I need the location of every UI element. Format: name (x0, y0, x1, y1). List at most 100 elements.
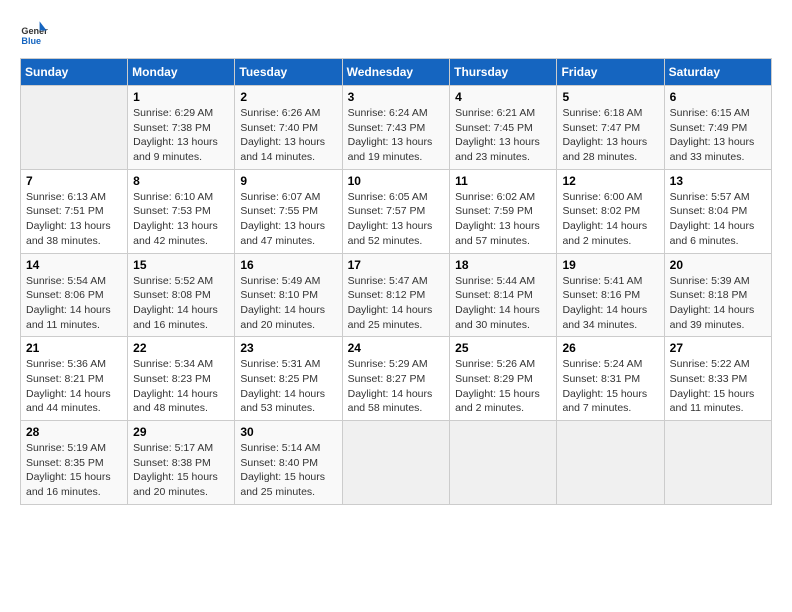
day-number: 2 (240, 90, 336, 104)
day-number: 21 (26, 341, 122, 355)
page-header: General Blue (20, 20, 772, 48)
day-info: Sunrise: 6:15 AMSunset: 7:49 PMDaylight:… (670, 106, 766, 165)
calendar-cell: 21 Sunrise: 5:36 AMSunset: 8:21 PMDayligh… (21, 337, 128, 421)
calendar-cell (21, 86, 128, 170)
day-info: Sunrise: 5:39 AMSunset: 8:18 PMDaylight:… (670, 274, 766, 333)
calendar-cell: 19 Sunrise: 5:41 AMSunset: 8:16 PMDayligh… (557, 253, 664, 337)
calendar-cell: 22 Sunrise: 5:34 AMSunset: 8:23 PMDayligh… (128, 337, 235, 421)
calendar-cell: 3 Sunrise: 6:24 AMSunset: 7:43 PMDaylight… (342, 86, 450, 170)
day-number: 9 (240, 174, 336, 188)
day-info: Sunrise: 6:13 AMSunset: 7:51 PMDaylight:… (26, 190, 122, 249)
week-row-2: 7 Sunrise: 6:13 AMSunset: 7:51 PMDaylight… (21, 169, 772, 253)
day-number: 5 (562, 90, 658, 104)
calendar-cell (557, 421, 664, 505)
col-header-wednesday: Wednesday (342, 59, 450, 86)
day-number: 12 (562, 174, 658, 188)
day-number: 8 (133, 174, 229, 188)
calendar-cell: 15 Sunrise: 5:52 AMSunset: 8:08 PMDayligh… (128, 253, 235, 337)
day-info: Sunrise: 6:02 AMSunset: 7:59 PMDaylight:… (455, 190, 551, 249)
calendar-cell: 12 Sunrise: 6:00 AMSunset: 8:02 PMDayligh… (557, 169, 664, 253)
day-number: 24 (348, 341, 445, 355)
week-row-5: 28 Sunrise: 5:19 AMSunset: 8:35 PMDayligh… (21, 421, 772, 505)
calendar-cell: 5Sunrise: 6:18 AMSunset: 7:47 PMDaylight… (557, 86, 664, 170)
col-header-tuesday: Tuesday (235, 59, 342, 86)
day-info: Sunrise: 6:00 AMSunset: 8:02 PMDaylight:… (562, 190, 658, 249)
calendar-cell: 9Sunrise: 6:07 AMSunset: 7:55 PMDaylight… (235, 169, 342, 253)
day-info: Sunrise: 6:05 AMSunset: 7:57 PMDaylight:… (348, 190, 445, 249)
calendar-cell: 4 Sunrise: 6:21 AMSunset: 7:45 PMDaylight… (450, 86, 557, 170)
calendar-cell: 7 Sunrise: 6:13 AMSunset: 7:51 PMDaylight… (21, 169, 128, 253)
calendar-cell: 13 Sunrise: 5:57 AMSunset: 8:04 PMDayligh… (664, 169, 771, 253)
day-number: 15 (133, 258, 229, 272)
day-number: 1 (133, 90, 229, 104)
calendar-cell: 8 Sunrise: 6:10 AMSunset: 7:53 PMDaylight… (128, 169, 235, 253)
calendar-cell (342, 421, 450, 505)
day-info: Sunrise: 5:17 AMSunset: 8:38 PMDaylight:… (133, 441, 229, 500)
day-info: Sunrise: 5:14 AMSunset: 8:40 PMDaylight:… (240, 441, 336, 500)
day-number: 11 (455, 174, 551, 188)
calendar-cell: 26Sunrise: 5:24 AMSunset: 8:31 PMDayligh… (557, 337, 664, 421)
col-header-sunday: Sunday (21, 59, 128, 86)
day-number: 25 (455, 341, 551, 355)
day-info: Sunrise: 5:52 AMSunset: 8:08 PMDaylight:… (133, 274, 229, 333)
calendar-cell: 11 Sunrise: 6:02 AMSunset: 7:59 PMDayligh… (450, 169, 557, 253)
col-header-thursday: Thursday (450, 59, 557, 86)
col-header-saturday: Saturday (664, 59, 771, 86)
calendar-cell: 2 Sunrise: 6:26 AMSunset: 7:40 PMDaylight… (235, 86, 342, 170)
day-info: Sunrise: 5:57 AMSunset: 8:04 PMDaylight:… (670, 190, 766, 249)
calendar-cell: 23 Sunrise: 5:31 AMSunset: 8:25 PMDayligh… (235, 337, 342, 421)
calendar-table: SundayMondayTuesdayWednesdayThursdayFrid… (20, 58, 772, 505)
day-info: Sunrise: 5:34 AMSunset: 8:23 PMDaylight:… (133, 357, 229, 416)
day-number: 10 (348, 174, 445, 188)
day-info: Sunrise: 6:24 AMSunset: 7:43 PMDaylight:… (348, 106, 445, 165)
day-number: 3 (348, 90, 445, 104)
calendar-cell: 18Sunrise: 5:44 AMSunset: 8:14 PMDayligh… (450, 253, 557, 337)
calendar-cell: 30Sunrise: 5:14 AMSunset: 8:40 PMDayligh… (235, 421, 342, 505)
col-header-monday: Monday (128, 59, 235, 86)
calendar-cell: 10 Sunrise: 6:05 AMSunset: 7:57 PMDayligh… (342, 169, 450, 253)
day-info: Sunrise: 6:21 AMSunset: 7:45 PMDaylight:… (455, 106, 551, 165)
day-number: 29 (133, 425, 229, 439)
day-number: 27 (670, 341, 766, 355)
day-number: 4 (455, 90, 551, 104)
day-number: 18 (455, 258, 551, 272)
day-number: 6 (670, 90, 766, 104)
day-info: Sunrise: 5:19 AMSunset: 8:35 PMDaylight:… (26, 441, 122, 500)
calendar-cell: 29 Sunrise: 5:17 AMSunset: 8:38 PMDayligh… (128, 421, 235, 505)
calendar-cell: 14 Sunrise: 5:54 AMSunset: 8:06 PMDayligh… (21, 253, 128, 337)
week-row-1: 1 Sunrise: 6:29 AMSunset: 7:38 PMDaylight… (21, 86, 772, 170)
day-info: Sunrise: 5:49 AMSunset: 8:10 PMDaylight:… (240, 274, 336, 333)
calendar-cell: 27 Sunrise: 5:22 AMSunset: 8:33 PMDayligh… (664, 337, 771, 421)
day-info: Sunrise: 5:47 AMSunset: 8:12 PMDaylight:… (348, 274, 445, 333)
day-number: 20 (670, 258, 766, 272)
day-number: 19 (562, 258, 658, 272)
day-number: 22 (133, 341, 229, 355)
column-headers: SundayMondayTuesdayWednesdayThursdayFrid… (21, 59, 772, 86)
calendar-cell: 25Sunrise: 5:26 AMSunset: 8:29 PMDayligh… (450, 337, 557, 421)
calendar-cell: 6 Sunrise: 6:15 AMSunset: 7:49 PMDaylight… (664, 86, 771, 170)
day-info: Sunrise: 6:26 AMSunset: 7:40 PMDaylight:… (240, 106, 336, 165)
day-info: Sunrise: 5:29 AMSunset: 8:27 PMDaylight:… (348, 357, 445, 416)
day-number: 26 (562, 341, 658, 355)
day-info: Sunrise: 5:36 AMSunset: 8:21 PMDaylight:… (26, 357, 122, 416)
day-info: Sunrise: 5:54 AMSunset: 8:06 PMDaylight:… (26, 274, 122, 333)
day-info: Sunrise: 6:29 AMSunset: 7:38 PMDaylight:… (133, 106, 229, 165)
calendar-cell: 16 Sunrise: 5:49 AMSunset: 8:10 PMDayligh… (235, 253, 342, 337)
day-number: 13 (670, 174, 766, 188)
day-number: 16 (240, 258, 336, 272)
svg-text:Blue: Blue (21, 36, 41, 46)
calendar-cell: 17Sunrise: 5:47 AMSunset: 8:12 PMDayligh… (342, 253, 450, 337)
day-info: Sunrise: 5:41 AMSunset: 8:16 PMDaylight:… (562, 274, 658, 333)
day-number: 14 (26, 258, 122, 272)
week-row-3: 14 Sunrise: 5:54 AMSunset: 8:06 PMDayligh… (21, 253, 772, 337)
col-header-friday: Friday (557, 59, 664, 86)
calendar-cell: 28 Sunrise: 5:19 AMSunset: 8:35 PMDayligh… (21, 421, 128, 505)
day-number: 7 (26, 174, 122, 188)
day-info: Sunrise: 5:31 AMSunset: 8:25 PMDaylight:… (240, 357, 336, 416)
day-number: 23 (240, 341, 336, 355)
logo: General Blue (20, 20, 48, 48)
day-info: Sunrise: 6:10 AMSunset: 7:53 PMDaylight:… (133, 190, 229, 249)
day-info: Sunrise: 5:22 AMSunset: 8:33 PMDaylight:… (670, 357, 766, 416)
day-number: 28 (26, 425, 122, 439)
calendar-cell: 20 Sunrise: 5:39 AMSunset: 8:18 PMDayligh… (664, 253, 771, 337)
